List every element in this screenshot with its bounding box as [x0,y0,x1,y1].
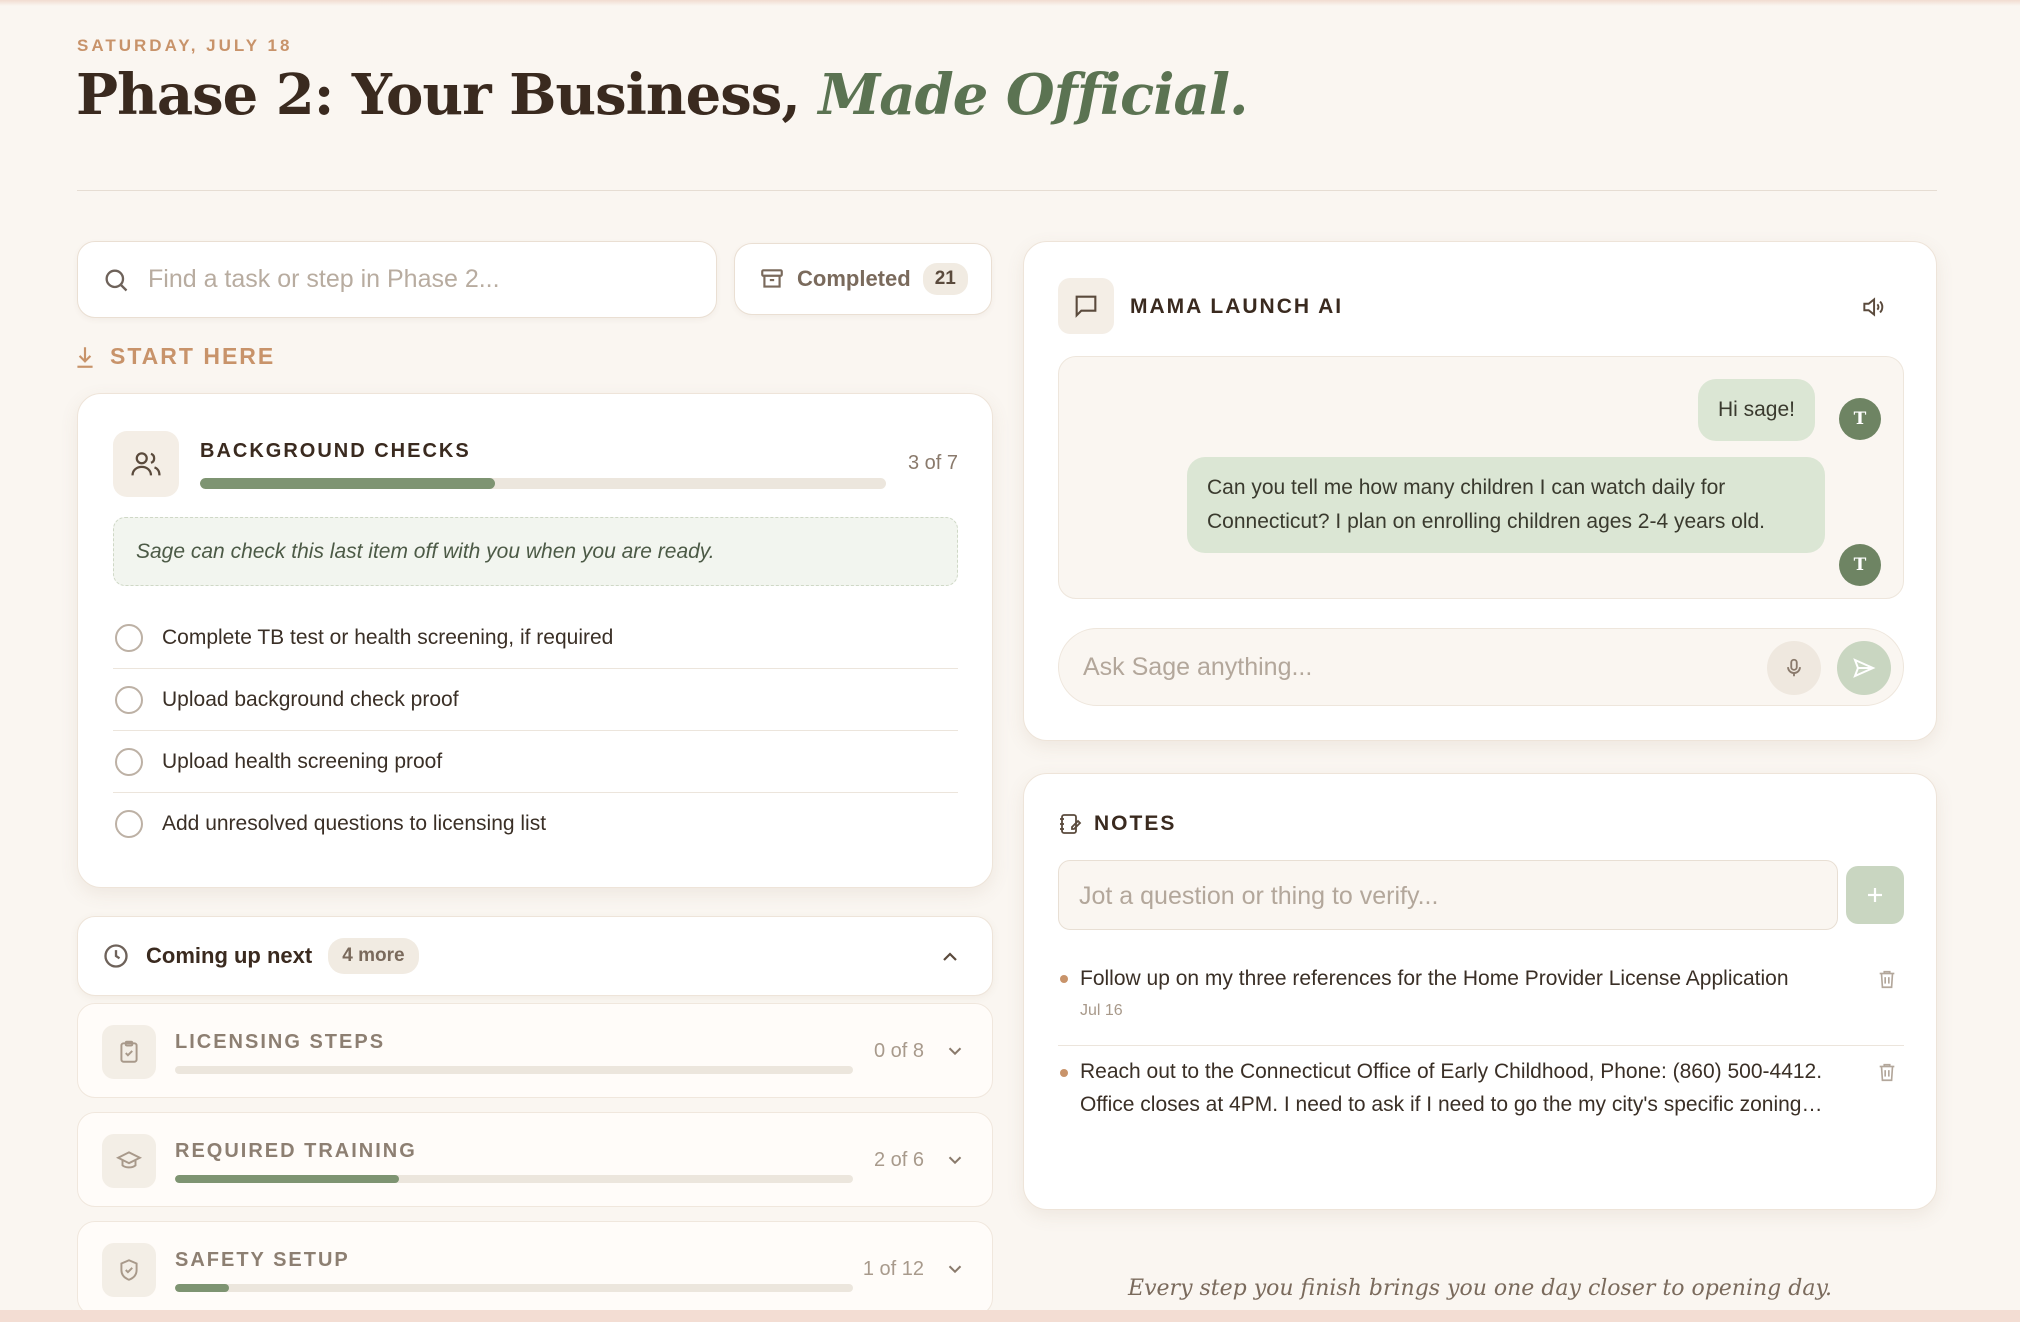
task-item[interactable]: Upload background check proof [113,669,958,731]
shield-check-icon [120,1259,138,1281]
note-item: Reach out to the Connecticut Office of E… [1058,1045,1904,1135]
notes-title: NOTES [1094,812,1177,835]
note-date: Jul 16 [1080,1002,1123,1019]
search-input[interactable] [148,265,688,294]
date-label: SATURDAY, JULY 18 [77,36,293,55]
step-progress-label: 0 of 8 [873,1040,924,1062]
chat-thread: Hi sage! T Can you tell me how many chil… [1058,356,1904,599]
coming-up-badge: 4 more [328,938,419,974]
page-title-main: Phase 2: Your Business, [76,62,801,128]
plus-icon [1868,888,1882,902]
step-progress-label: 2 of 6 [873,1149,924,1171]
send-icon [1853,658,1876,678]
card-progress-label: 3 of 7 [907,452,958,474]
step-progress-fill [175,1284,230,1292]
step-icon-box [102,1243,156,1297]
chevron-down-icon [948,1265,962,1274]
coming-up-toggle[interactable]: Coming up next 4 more [77,916,993,996]
page-title-italic: Made Official. [818,62,1248,128]
start-here-heading: START HERE [74,343,275,370]
footer-quote: Every step you finish brings you one day… [1128,1276,1832,1301]
note-item: Follow up on my three references for the… [1058,962,1904,1046]
task-label: Upload health screening proof [162,749,443,773]
notebook-pen-icon [1060,814,1082,834]
step-card-training[interactable]: REQUIRED TRAINING 2 of 6 [77,1112,993,1207]
task-item[interactable]: Upload health screening proof [113,731,958,793]
task-label: Complete TB test or health screening, if… [162,625,614,649]
ai-chat-panel: MAMA LAUNCH AI Hi sage! T Can you tell m… [1023,241,1937,741]
card-title: BACKGROUND CHECKS [200,440,471,462]
avatar: T [1839,398,1881,440]
chat-icon-box [1058,278,1114,334]
user-message: Hi sage! [1697,379,1815,441]
clock-icon [104,944,128,968]
completed-count-badge: 21 [922,263,968,295]
trash-icon[interactable] [1876,968,1898,990]
task-item[interactable]: Complete TB test or health screening, if… [113,607,958,669]
page-title: Phase 2: Your Business, Made Official. [76,62,1249,128]
graduation-cap-icon [116,1151,142,1169]
search-icon [105,269,128,291]
notes-header: NOTES [1058,812,1176,836]
task-label: Add unresolved questions to licensing li… [162,812,547,835]
task-checkbox[interactable] [115,685,143,714]
users-icon [131,452,161,476]
task-item[interactable]: Add unresolved questions to licensing li… [113,793,958,855]
task-checkbox[interactable] [115,747,143,776]
step-progress-bar [175,1066,853,1074]
step-icon-box [102,1025,156,1079]
step-title: SAFETY SETUP [175,1249,350,1271]
chat-input[interactable] [1083,647,1763,687]
message-square-icon [1075,295,1097,318]
note-input[interactable] [1079,876,1819,916]
archive-icon [761,269,783,288]
bottom-accent-line [0,1310,2020,1322]
add-note-button[interactable] [1846,866,1904,924]
speaker-icon[interactable] [1860,294,1886,320]
chevron-up-icon [943,952,957,961]
card-progress-fill [200,478,495,489]
completed-button[interactable]: Completed 21 [734,243,992,315]
step-progress-bar [175,1284,853,1292]
top-accent-line [0,0,2020,6]
start-here-label: START HERE [110,343,276,369]
avatar: T [1839,544,1881,586]
header-divider [77,190,1937,191]
step-progress-fill [175,1175,399,1183]
bullet-dot [1060,1069,1068,1077]
mic-button[interactable] [1767,641,1821,695]
trash-icon[interactable] [1876,1061,1898,1083]
task-checkbox[interactable] [115,623,143,652]
card-progress-bar [200,478,886,489]
user-message: Can you tell me how many children I can … [1187,457,1825,553]
task-label: Upload background check proof [162,687,459,711]
chevron-down-icon [948,1156,962,1165]
note-input-box [1058,860,1838,930]
microphone-icon [1787,658,1801,677]
chat-title: MAMA LAUNCH AI [1130,295,1344,318]
card-icon-box [113,431,179,497]
step-card-safety[interactable]: SAFETY SETUP 1 of 12 [77,1221,993,1316]
step-card-licensing[interactable]: LICENSING STEPS 0 of 8 [77,1003,993,1098]
step-icon-box [102,1134,156,1188]
completed-label: Completed [797,266,911,291]
note-text: Follow up on my three references for the… [1080,967,1789,990]
clipboard-check-icon [120,1040,138,1063]
send-button[interactable] [1837,641,1891,695]
download-arrow-icon [77,346,93,368]
note-text: Reach out to the Connecticut Office of E… [1080,1060,1823,1116]
notes-panel: NOTES Follow up on my three references f… [1023,773,1937,1210]
background-checks-card: BACKGROUND CHECKS 3 of 7 Sage can check … [77,393,993,888]
bullet-dot [1060,975,1068,983]
chevron-down-icon [948,1047,962,1056]
chat-input-bar [1058,628,1904,706]
sage-hint: Sage can check this last item off with y… [113,517,958,586]
step-title: LICENSING STEPS [175,1031,386,1053]
task-checkbox[interactable] [115,810,143,838]
step-progress-bar [175,1175,853,1183]
step-title: REQUIRED TRAINING [175,1140,417,1162]
step-progress-label: 1 of 12 [862,1258,924,1280]
task-search[interactable] [77,241,717,318]
coming-up-label: Coming up next [146,943,313,968]
